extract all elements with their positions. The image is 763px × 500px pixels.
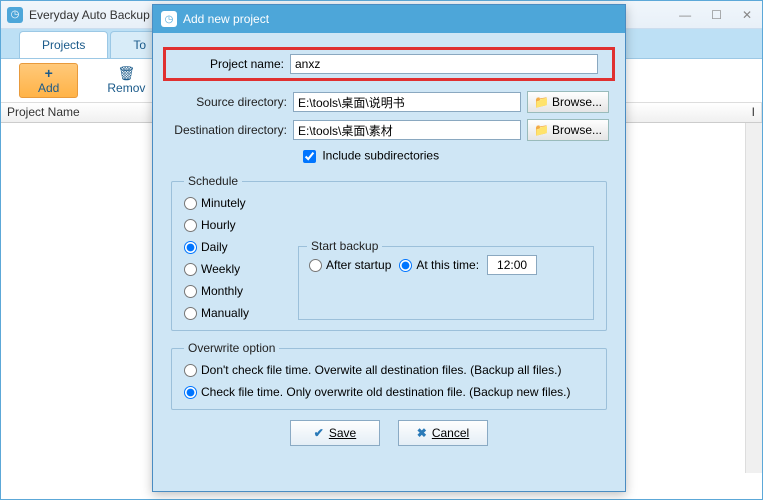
plus-icon: + xyxy=(45,66,53,80)
include-sub-row: Include subdirectories xyxy=(299,147,609,166)
schedule-minutely[interactable]: Minutely xyxy=(184,196,294,210)
dest-dir-row: Destination directory: 📁 Browse... xyxy=(169,119,609,141)
schedule-manually[interactable]: Manually xyxy=(184,306,294,320)
cancel-button[interactable]: ✖ Cancel xyxy=(398,420,488,446)
dialog-title: Add new project xyxy=(183,12,269,26)
close-icon[interactable]: ✕ xyxy=(738,8,756,22)
check-icon: ✔ xyxy=(314,426,324,440)
tab-projects[interactable]: Projects xyxy=(19,31,108,58)
app-icon: ◷ xyxy=(7,7,23,23)
project-name-label: Project name: xyxy=(172,57,290,71)
include-sub-label: Include subdirectories xyxy=(322,149,439,163)
start-at-time[interactable]: At this time: xyxy=(399,258,479,272)
start-backup-legend: Start backup xyxy=(307,239,382,253)
include-sub-checkbox[interactable] xyxy=(303,150,316,163)
source-dir-row: Source directory: 📁 Browse... xyxy=(169,91,609,113)
maximize-icon[interactable]: ☐ xyxy=(707,8,726,22)
project-name-row-highlight: Project name: xyxy=(163,47,615,81)
dest-dir-label: Destination directory: xyxy=(169,123,293,137)
browse-dest-button[interactable]: 📁 Browse... xyxy=(527,119,609,141)
source-dir-label: Source directory: xyxy=(169,95,293,109)
project-name-input[interactable] xyxy=(290,54,598,74)
x-icon: ✖ xyxy=(417,426,427,440)
schedule-legend: Schedule xyxy=(184,174,242,188)
add-button[interactable]: + Add xyxy=(19,63,78,98)
dialog-icon: ◷ xyxy=(161,11,177,27)
minimize-icon[interactable]: — xyxy=(675,8,695,22)
dest-dir-input[interactable] xyxy=(293,120,521,140)
trash-icon: 🗑 xyxy=(117,66,135,80)
overwrite-new[interactable]: Check file time. Only overwrite old dest… xyxy=(184,385,594,399)
source-dir-input[interactable] xyxy=(293,92,521,112)
save-button[interactable]: ✔ Save xyxy=(290,420,380,446)
schedule-hourly[interactable]: Hourly xyxy=(184,218,294,232)
browse-source-button[interactable]: 📁 Browse... xyxy=(527,91,609,113)
overwrite-all[interactable]: Don't check file time. Overwite all dest… xyxy=(184,363,594,377)
start-after-startup[interactable]: After startup xyxy=(309,258,391,272)
folder-icon: 📁 xyxy=(534,123,549,137)
schedule-monthly[interactable]: Monthly xyxy=(184,284,294,298)
schedule-fieldset: Schedule Minutely Hourly Daily Weekly Mo… xyxy=(171,174,607,331)
start-backup-group: Start backup After startup At this time: xyxy=(298,246,594,320)
schedule-weekly[interactable]: Weekly xyxy=(184,262,294,276)
add-project-dialog: ◷ Add new project Project name: Source d… xyxy=(152,4,626,492)
overwrite-fieldset: Overwrite option Don't check file time. … xyxy=(171,341,607,410)
schedule-daily[interactable]: Daily xyxy=(184,240,294,254)
overwrite-legend: Overwrite option xyxy=(184,341,279,355)
start-time-input[interactable] xyxy=(487,255,537,275)
folder-icon: 📁 xyxy=(534,95,549,109)
dialog-titlebar: ◷ Add new project xyxy=(153,5,625,33)
